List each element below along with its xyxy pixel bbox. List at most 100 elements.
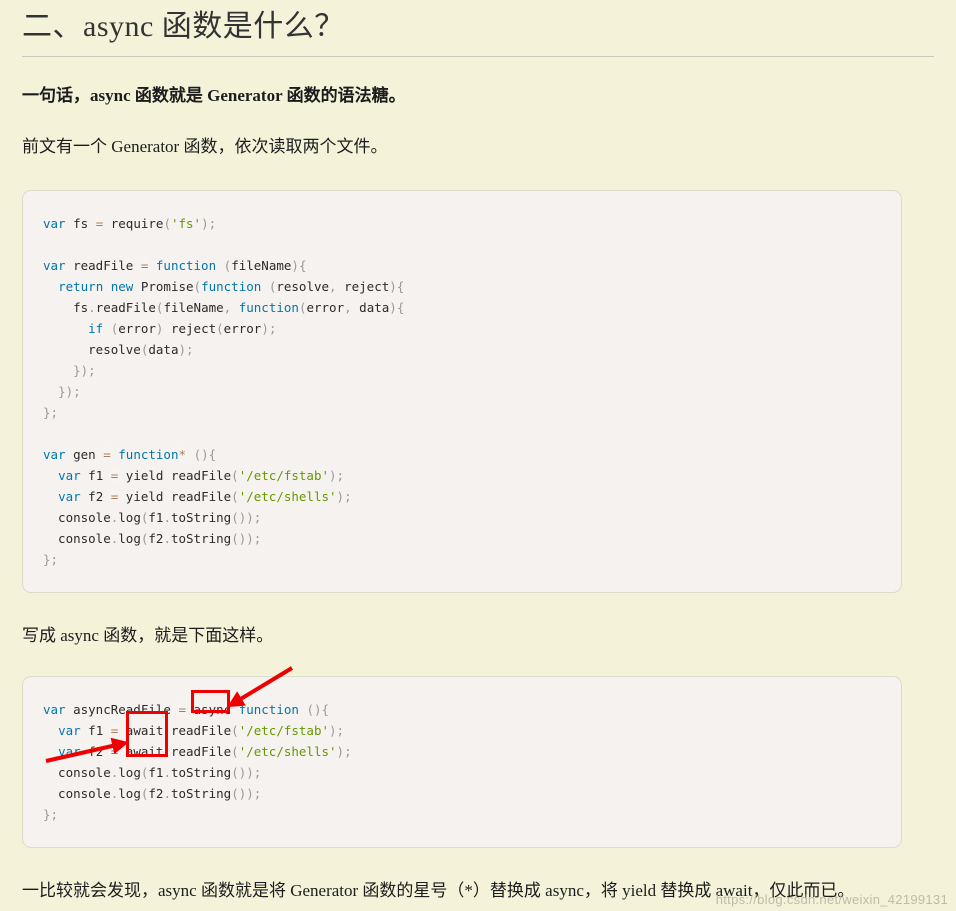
code-token: { xyxy=(396,278,405,294)
code-token: ; xyxy=(50,404,59,420)
code-token: new xyxy=(110,278,134,294)
code-token: resolve xyxy=(276,278,330,294)
code-token: ) xyxy=(336,744,345,759)
code-token: if xyxy=(88,320,104,336)
code-token: ; xyxy=(344,488,352,504)
code-token: ) xyxy=(291,257,299,273)
code-token: , xyxy=(344,299,352,315)
code-token: reject xyxy=(336,278,390,294)
code-token: toString xyxy=(170,509,232,525)
code-token: ( xyxy=(216,320,224,336)
code-token: f1 xyxy=(80,467,111,483)
code-token: ) xyxy=(178,341,187,357)
code-token: f2 xyxy=(148,786,164,801)
lead-paragraph: 一句话，async 函数就是 Generator 函数的语法糖。 xyxy=(22,85,406,105)
code-token: ; xyxy=(253,765,262,780)
code-token: error xyxy=(306,299,345,315)
code-token: console xyxy=(43,765,111,780)
code-token: ; xyxy=(336,467,345,483)
code-token: } xyxy=(43,404,51,420)
code-token: require xyxy=(103,215,164,231)
code-token: f2 xyxy=(80,488,111,504)
code-block-generator[interactable]: var fs = require('fs'); var readFile = f… xyxy=(22,189,902,593)
code-token: ; xyxy=(186,341,194,357)
code-token: '/etc/fstab' xyxy=(238,723,330,738)
code-token: readFile xyxy=(95,299,156,315)
code-token: var xyxy=(58,723,81,738)
code-token: = xyxy=(178,702,186,717)
code-token: }) xyxy=(58,383,74,399)
code-token: data xyxy=(351,299,390,315)
watermark: https://blog.csdn.net/weixin_42199131 xyxy=(715,892,948,907)
code-token: yield readFile xyxy=(118,488,232,504)
page-title: 二、async 函数是什么？ xyxy=(22,10,345,43)
code-token: ) xyxy=(261,320,269,336)
code-token: ; xyxy=(344,744,352,759)
code-token: 'fs' xyxy=(170,215,202,231)
code-token: ; xyxy=(253,509,262,525)
code-token: { xyxy=(208,446,217,462)
code-token: log xyxy=(118,530,141,546)
code-block-generator-container: var fs = require('fs'); var readFile = f… xyxy=(22,189,902,593)
code-token: f2 xyxy=(148,530,164,546)
code-token: ( xyxy=(231,467,239,483)
code-token: ()) xyxy=(231,765,254,780)
code-token: await readFile xyxy=(118,723,232,738)
code-block-async[interactable]: var asyncReadFile = async function (){ v… xyxy=(22,676,902,848)
intro-paragraph: 前文有一个 Generator 函数，依次读取两个文件。 xyxy=(22,137,388,156)
code-token: f2 xyxy=(80,744,111,759)
code-token: '/etc/fstab' xyxy=(238,467,330,483)
code-token: data xyxy=(148,341,179,357)
code-token: gen xyxy=(65,446,104,462)
code-token: var xyxy=(43,215,66,231)
code-token: resolve xyxy=(43,341,141,357)
code-token: var xyxy=(43,702,66,717)
code-token: function xyxy=(201,278,262,294)
code-token: log xyxy=(118,765,141,780)
code-token: ; xyxy=(50,807,59,822)
code-token: ( xyxy=(231,488,239,504)
code-token: ( xyxy=(163,215,171,231)
code-token: ( xyxy=(193,278,202,294)
code-token: f1 xyxy=(80,723,111,738)
code-token: ; xyxy=(253,530,262,546)
code-token: fileName xyxy=(163,299,224,315)
code-token: () xyxy=(193,446,209,462)
code-token: error xyxy=(223,320,262,336)
code-token: console xyxy=(43,786,111,801)
code-token: toString xyxy=(170,765,232,780)
code-token: { xyxy=(298,257,307,273)
code-token: var xyxy=(58,488,81,504)
code-token: function xyxy=(118,446,179,462)
code-token: . xyxy=(163,765,171,780)
code-token: toString xyxy=(170,530,232,546)
code-token: fileName xyxy=(231,257,292,273)
mid-paragraph: 写成 async 函数，就是下面这样。 xyxy=(22,625,274,645)
code-token: ) xyxy=(389,299,397,315)
code-token: error xyxy=(118,320,156,336)
code-token: ( xyxy=(231,744,239,759)
code-block-async-container: var asyncReadFile = async function (){ v… xyxy=(22,676,902,848)
code-token: ) xyxy=(201,215,209,231)
code-token: log xyxy=(118,509,141,525)
code-token: { xyxy=(396,299,405,315)
code-token: '/etc/shells' xyxy=(238,744,337,759)
code-token: ()) xyxy=(231,509,254,525)
code-token: ; xyxy=(88,362,96,378)
code-token: } xyxy=(43,551,51,567)
code-token: ) xyxy=(329,467,337,483)
code-token: fs xyxy=(65,215,96,231)
code-token: ()) xyxy=(231,786,254,801)
code-token: f1 xyxy=(148,765,164,780)
code-token: await readFile xyxy=(118,744,232,759)
